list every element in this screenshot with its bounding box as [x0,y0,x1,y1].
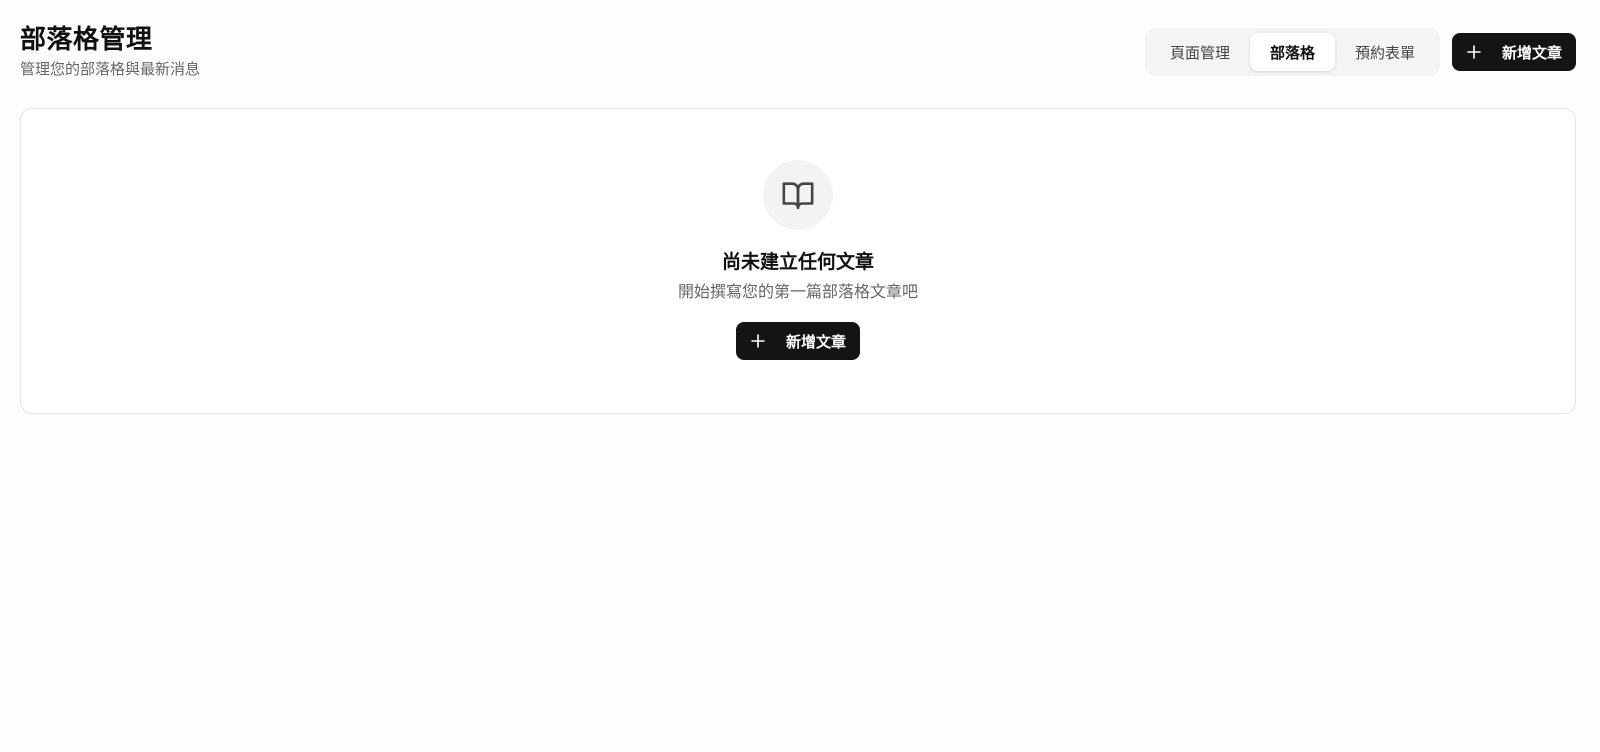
new-post-button-label: 新增文章 [1501,43,1562,62]
plus-icon [748,331,768,351]
empty-state-new-post-button[interactable]: 新增文章 [735,322,860,360]
plus-icon [1464,42,1484,62]
empty-state-description: 開始撰寫您的第一篇部落格文章吧 [677,282,918,301]
tab-blog[interactable]: 部落格 [1249,33,1335,71]
page: 部落格管理 管理您的部落格與最新消息 頁面管理 部落格 預約表單 新增文章 尚未… [0,0,1600,752]
page-subtitle: 管理您的部落格與最新消息 [20,60,201,78]
tab-page-management[interactable]: 頁面管理 [1150,33,1250,71]
empty-state-title: 尚未建立任何文章 [721,251,874,273]
page-header: 部落格管理 管理您的部落格與最新消息 頁面管理 部落格 預約表單 新增文章 [20,22,1576,82]
page-title: 部落格管理 [20,25,153,55]
posts-card: 尚未建立任何文章 開始撰寫您的第一篇部落格文章吧 新增文章 [20,108,1576,414]
title-block: 部落格管理 管理您的部落格與最新消息 [20,22,200,80]
section-tabs: 頁面管理 部落格 預約表單 [1144,28,1440,76]
empty-state: 尚未建立任何文章 開始撰寫您的第一篇部落格文章吧 新增文章 [21,160,1575,360]
new-post-button[interactable]: 新增文章 [1451,33,1576,71]
tab-booking-form[interactable]: 預約表單 [1335,33,1435,71]
empty-state-icon-circle [763,160,833,230]
empty-state-new-post-label: 新增文章 [785,332,846,351]
book-open-icon [782,182,814,210]
header-actions: 頁面管理 部落格 預約表單 新增文章 [1144,28,1576,76]
